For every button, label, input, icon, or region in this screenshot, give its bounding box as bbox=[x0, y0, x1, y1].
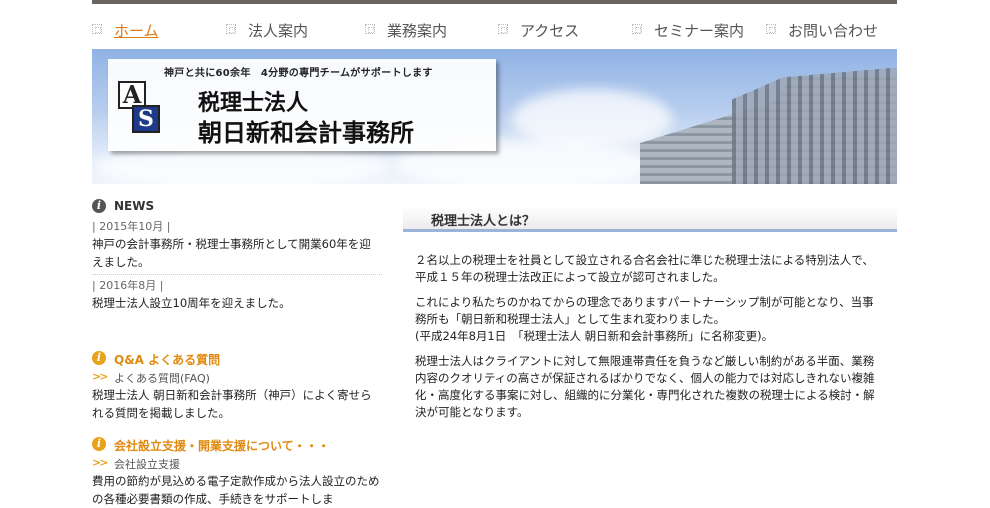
info-icon: i bbox=[92, 351, 106, 365]
faq-title: Q&A よくある質問 bbox=[114, 353, 221, 367]
nav-label: 業務案内 bbox=[387, 22, 448, 40]
firm-logo[interactable]: A S bbox=[112, 77, 162, 135]
main-content: 税理士法人とは？ ２名以上の税理士を社員として設立される合名会社に準じた税理士法… bbox=[403, 206, 897, 429]
double-chevron-icon: >> bbox=[92, 370, 109, 383]
nav-bullet-icon bbox=[226, 24, 236, 34]
hero-tagline: 神戸と共に60余年 4分野の専門チームがサポートします bbox=[164, 68, 433, 79]
info-icon: i bbox=[92, 199, 106, 213]
page-title: 税理士法人とは？ bbox=[431, 214, 536, 229]
firm-title-card: 神戸と共に60余年 4分野の専門チームがサポートします A S 税理士法人 朝日… bbox=[108, 59, 496, 151]
nav-bullet-icon bbox=[632, 24, 642, 34]
hero-banner: 神戸と共に60余年 4分野の専門チームがサポートします A S 税理士法人 朝日… bbox=[92, 49, 897, 184]
news-date: | 2016年8月 | bbox=[92, 279, 164, 292]
article-body: ２名以上の税理士を社員として設立される合名会社に準じた税理士法による特別法人で、… bbox=[403, 232, 897, 421]
nav-label: お問い合わせ bbox=[788, 22, 879, 40]
nav-bullet-icon bbox=[92, 24, 102, 34]
startup-link[interactable]: >> 会社設立支援 bbox=[92, 456, 382, 472]
startup-heading: i 会社設立支援・開業支援について・・・ bbox=[92, 436, 382, 454]
startup-link-label: 会社設立支援 bbox=[114, 458, 180, 471]
faq-heading: i Q&A よくある質問 bbox=[92, 350, 382, 368]
double-chevron-icon: >> bbox=[92, 456, 109, 469]
building-image bbox=[732, 67, 897, 184]
paragraph: これにより私たちのかねてからの理念でありますパートナーシップ制が可能となり、当事… bbox=[415, 295, 874, 326]
news-text: 税理士法人設立10周年を迎えました。 bbox=[92, 296, 291, 310]
main-nav: ホーム 法人案内 業務案内 アクセス セミナー案内 お問い合わせ bbox=[92, 4, 897, 48]
news-heading: i NEWS bbox=[92, 198, 382, 216]
faq-link[interactable]: >> よくある質問(FAQ) bbox=[92, 370, 382, 386]
section-header: 税理士法人とは？ bbox=[403, 206, 897, 232]
firm-name-line2: 朝日新和会計事務所 bbox=[198, 118, 414, 147]
divider bbox=[92, 274, 382, 275]
news-text: 神戸の会計事務所・税理士事務所として開業60年を迎えました。 bbox=[92, 237, 371, 269]
nav-label: アクセス bbox=[520, 22, 580, 40]
nav-label: 法人案内 bbox=[248, 22, 309, 40]
startup-title: 会社設立支援・開業支援について・・・ bbox=[114, 439, 330, 453]
startup-text: 費用の節約が見込める電子定款作成から法人設立のための各種必要書類の作成、手続きを… bbox=[92, 474, 380, 506]
news-date: | 2015年10月 | bbox=[92, 220, 171, 233]
nav-bullet-icon bbox=[498, 24, 508, 34]
logo-letter-s: S bbox=[132, 105, 160, 133]
nav-label: ホーム bbox=[114, 22, 159, 40]
news-title: NEWS bbox=[114, 199, 155, 213]
paragraph: (平成24年8月1日 「税理士法人 朝日新和会計事務所」に名称変更)。 bbox=[415, 329, 774, 343]
faq-link-label: よくある質問(FAQ) bbox=[114, 372, 210, 385]
paragraph: 税理士法人はクライアントに対して無限連帯責任を負うなど厳しい制約がある半面、業務… bbox=[415, 354, 875, 419]
nav-label: セミナー案内 bbox=[654, 22, 745, 40]
nav-bullet-icon bbox=[365, 24, 375, 34]
sidebar: i NEWS | 2015年10月 | 神戸の会計事務所・税理士事務所として開業… bbox=[92, 198, 382, 508]
faq-text: 税理士法人 朝日新和会計事務所（神戸）によく寄せられる質問を掲載しました。 bbox=[92, 388, 372, 420]
paragraph: ２名以上の税理士を社員として設立される合名会社に準じた税理士法による特別法人で、… bbox=[415, 253, 874, 284]
nav-bullet-icon bbox=[766, 24, 776, 34]
info-icon: i bbox=[92, 437, 106, 451]
